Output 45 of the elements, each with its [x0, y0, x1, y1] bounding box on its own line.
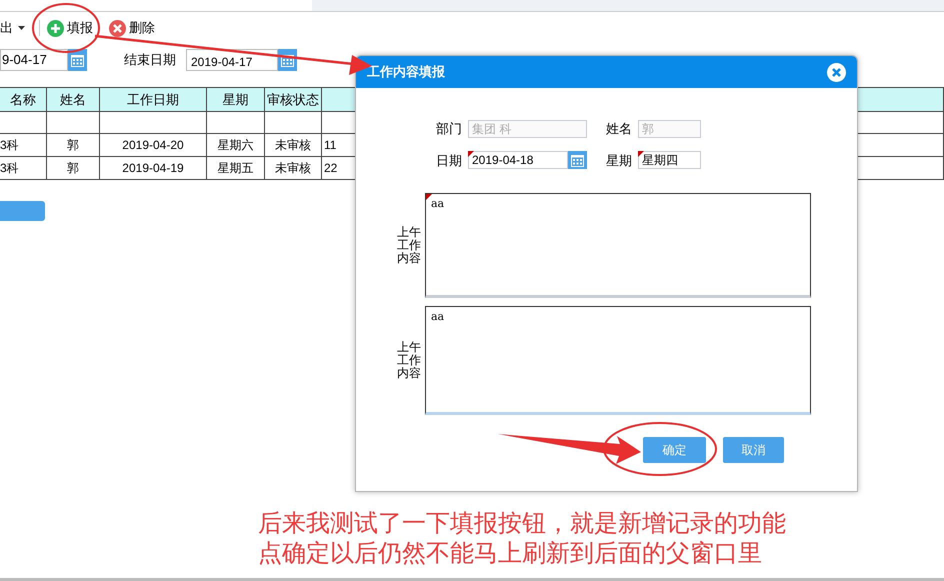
date-field[interactable]: 2019-04-17	[186, 49, 278, 71]
table-cell: 未审核	[265, 134, 322, 156]
column-header: 名称	[0, 88, 47, 111]
filter-label: 结束日期	[124, 51, 176, 70]
dialog-title: 工作内容填报	[367, 63, 445, 82]
table-cell: 3科	[0, 134, 47, 156]
caret-icon	[18, 26, 25, 30]
column-header: 星期	[207, 88, 265, 111]
date-field[interactable]: 9-04-17	[0, 49, 68, 71]
required-marker-icon	[468, 151, 474, 158]
column-header: 审核状态	[265, 88, 322, 111]
add-button[interactable]: 填报	[46, 17, 94, 39]
plus-icon	[47, 20, 64, 36]
delete-button[interactable]: 删除	[108, 17, 156, 39]
table-cell: 3科	[0, 157, 47, 179]
table-cell: 2019-04-19	[100, 157, 207, 179]
calendar-icon	[571, 154, 584, 167]
table-cell: 郭	[47, 134, 100, 156]
content-label: 上午工作内容	[397, 340, 421, 380]
calendar-button[interactable]	[68, 49, 87, 71]
table-cell: 郭	[47, 157, 100, 179]
table-cell: 星期六	[207, 134, 265, 156]
input-field: 郭	[638, 120, 701, 138]
input-field: 集团 科	[468, 120, 587, 138]
table-cell: 星期五	[207, 157, 265, 179]
required-marker-icon	[426, 194, 432, 200]
calendar-icon	[281, 54, 294, 66]
column-header: 工作日期	[100, 88, 207, 111]
text-area[interactable]: aa	[425, 306, 811, 415]
table-cell: 未审核	[265, 157, 322, 179]
text-area[interactable]: aa	[425, 193, 811, 298]
content-label: 上午工作内容	[397, 226, 421, 266]
calendar-icon	[71, 54, 84, 66]
table-cell: 2019-04-20	[100, 134, 207, 156]
close-icon[interactable]	[827, 62, 846, 82]
input-field[interactable]: 星期四	[638, 151, 701, 170]
input-field[interactable]: 2019-04-18	[468, 151, 568, 170]
export-menu[interactable]: 出	[0, 17, 31, 39]
highlight-circle	[32, 3, 100, 53]
close-icon	[109, 20, 126, 36]
calendar-button[interactable]	[568, 151, 587, 170]
annotation-text: 点确定以后仍然不能马上刷新到后面的父窗口里	[258, 540, 763, 569]
required-marker-icon	[638, 151, 644, 158]
column-header: 姓名	[47, 88, 100, 111]
annotation-text: 后来我测试了一下填报按钮，就是新增记录的功能	[258, 510, 786, 539]
